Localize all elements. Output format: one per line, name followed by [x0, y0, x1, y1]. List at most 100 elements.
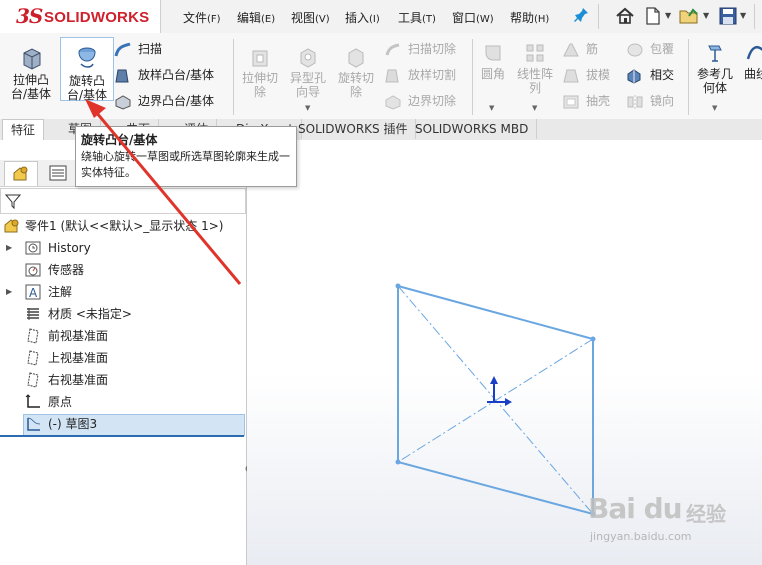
- shell-button[interactable]: 抽壳: [562, 91, 610, 111]
- feature-manager-tab[interactable]: [4, 161, 38, 186]
- tree-item-label: 原点: [48, 395, 73, 409]
- property-manager-tab[interactable]: [42, 161, 74, 185]
- command-manager-ribbon: 拉伸凸 台/基体 旋转凸 台/基体 扫描 放样凸台/基体 边界凸台/基体 拉伸切…: [0, 33, 762, 120]
- menu-insert[interactable]: 插入(I): [345, 9, 380, 26]
- draft-button[interactable]: 拔模: [562, 65, 610, 85]
- pin-icon[interactable]: [574, 6, 590, 26]
- hole-wizard-button[interactable]: 异型孔 向导 ▼: [286, 45, 330, 112]
- hole-wizard-label: 异型孔 向导: [289, 71, 326, 99]
- fillet-chevron-icon: ▼: [489, 104, 495, 112]
- tree-root-label: 零件1 (默认<<默认>_显示状态 1>): [25, 219, 224, 233]
- rib-button[interactable]: 筋: [562, 39, 598, 59]
- revolve-cut-button[interactable]: 旋转切 除: [334, 45, 378, 101]
- menu-file[interactable]: 文件(F): [183, 9, 221, 26]
- loft-boss-button[interactable]: 放样凸台/基体: [114, 65, 214, 85]
- open-dropdown-chevron-icon[interactable]: ▼: [703, 11, 709, 20]
- plane-icon: [25, 372, 41, 388]
- tree-item-label: History: [48, 241, 91, 255]
- curves-button[interactable]: 曲线: [740, 39, 762, 101]
- save-dropdown-chevron-icon[interactable]: ▼: [740, 11, 746, 20]
- boundary-cut-icon: [384, 94, 402, 110]
- menu-edit[interactable]: 编辑(E): [237, 9, 275, 26]
- watermark-logo: Bai du: [588, 492, 683, 525]
- linear-pattern-chevron-icon: ▼: [532, 104, 538, 112]
- menu-window-label: 窗口: [452, 11, 477, 25]
- sweep-cut-button[interactable]: 扫描切除: [384, 39, 456, 59]
- menu-file-label: 文件: [183, 11, 208, 25]
- draft-icon: [562, 68, 580, 84]
- menu-tools-label: 工具: [398, 11, 423, 25]
- sweep-icon: [114, 42, 132, 58]
- expand-arrow-icon[interactable]: ▶: [6, 237, 12, 259]
- tree-item-label: (-) 草图3: [48, 417, 98, 431]
- new-dropdown-chevron-icon[interactable]: ▼: [665, 11, 671, 20]
- menu-tools[interactable]: 工具(T): [398, 9, 436, 26]
- menu-window[interactable]: 窗口(W): [452, 9, 494, 26]
- sweep-label: 扫描: [138, 42, 163, 56]
- tab-solidworks-addins[interactable]: SOLIDWORKS 插件: [290, 119, 417, 139]
- mirror-button[interactable]: 镜向: [626, 91, 674, 111]
- save-icon[interactable]: [718, 6, 738, 26]
- tooltip-title: 旋转凸台/基体: [81, 133, 158, 147]
- tab-solidworks-mbd[interactable]: SOLIDWORKS MBD: [407, 119, 538, 139]
- tree-filter-bar[interactable]: [0, 188, 246, 214]
- tree-item-label: 右视基准面: [48, 373, 109, 387]
- tree-item-label: 上视基准面: [48, 351, 109, 365]
- home-icon[interactable]: [615, 6, 635, 26]
- ribbon-separator-3: [688, 39, 689, 115]
- menu-file-accel: (F): [207, 14, 221, 25]
- sketch-origin-icon: [487, 376, 512, 406]
- menu-view-accel: (V): [315, 14, 330, 25]
- history-icon: [25, 240, 41, 256]
- watermark-sub: 经验: [686, 502, 726, 526]
- plane-icon: [25, 328, 41, 344]
- boundary-cut-button[interactable]: 边界切除: [384, 91, 456, 111]
- loft-icon: [114, 68, 132, 84]
- extrude-boss-button[interactable]: 拉伸凸 台/基体: [6, 37, 56, 101]
- tree-item-label: 材质 <未指定>: [48, 307, 132, 321]
- revolve-boss-label: 旋转凸 台/基体: [66, 74, 108, 102]
- sensor-icon: [25, 262, 41, 278]
- loft-cut-button[interactable]: 放样切割: [384, 65, 456, 85]
- wrap-button[interactable]: 包覆: [626, 39, 674, 59]
- shell-label: 抽壳: [586, 94, 611, 108]
- tree-item-label: 传感器: [48, 263, 85, 277]
- menu-help-accel: (H): [534, 14, 550, 25]
- solidworks-logo[interactable]: 3S SOLIDWORKS: [0, 0, 161, 33]
- boundary-cut-label: 边界切除: [408, 94, 457, 108]
- open-folder-icon[interactable]: [679, 6, 699, 26]
- fillet-button[interactable]: 圆角 ▼: [476, 39, 510, 112]
- menu-window-accel: (W): [476, 14, 494, 25]
- menu-edit-accel: (E): [261, 14, 276, 25]
- watermark-url: jingyan.baidu.com: [590, 530, 692, 543]
- intersect-button[interactable]: 相交: [626, 65, 674, 85]
- sketch-construction-diagonals: [397, 285, 594, 515]
- draft-label: 拔模: [586, 68, 611, 82]
- sweep-button[interactable]: 扫描: [114, 39, 162, 59]
- boundary-boss-label: 边界凸台/基体: [138, 94, 215, 108]
- boundary-boss-button[interactable]: 边界凸台/基体: [114, 91, 214, 111]
- tooltip-description: 绕轴心旋转一草图或所选草图轮廓来生成一实体特征。: [81, 150, 290, 179]
- revolve-cut-icon: [348, 48, 364, 68]
- fillet-label: 圆角: [480, 67, 505, 81]
- revolve-boss-button[interactable]: 旋转凸 台/基体: [60, 37, 114, 102]
- intersect-icon: [626, 68, 644, 84]
- reference-geometry-label: 参考几 何体: [696, 67, 733, 95]
- rib-icon: [562, 42, 580, 58]
- shell-icon: [562, 94, 580, 110]
- extrude-cut-button[interactable]: 拉伸切 除: [238, 45, 282, 101]
- curves-icon: [746, 45, 762, 60]
- expand-arrow-icon[interactable]: ▶: [6, 281, 12, 303]
- menu-view[interactable]: 视图(V): [291, 9, 330, 26]
- menu-tools-accel: (T): [422, 14, 436, 25]
- menu-help[interactable]: 帮助(H): [510, 9, 549, 26]
- new-document-icon[interactable]: [643, 6, 663, 26]
- mirror-label: 镜向: [650, 94, 675, 108]
- part-icon: [4, 218, 20, 234]
- feature-tree-icon: [13, 166, 28, 181]
- tab-features[interactable]: 特征: [2, 119, 45, 140]
- reference-geometry-button[interactable]: 参考几 何体 ▼: [692, 39, 738, 112]
- linear-pattern-button[interactable]: 线性阵 列 ▼: [512, 39, 558, 112]
- ribbon-separator-2: [472, 39, 473, 115]
- extrude-boss-label: 拉伸凸 台/基体: [10, 73, 52, 101]
